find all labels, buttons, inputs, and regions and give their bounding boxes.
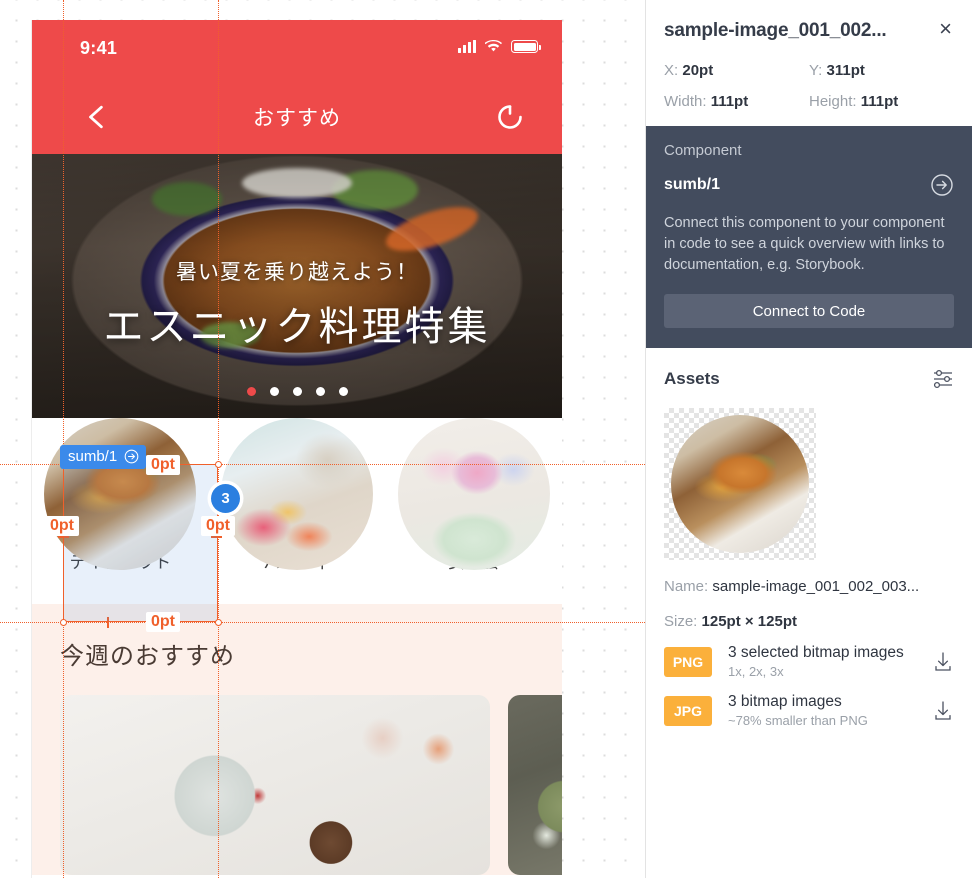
panel-title-row: sample-image_001_002... × xyxy=(664,18,954,42)
weekly-card-list xyxy=(32,671,562,875)
assets-section: Assets Name: sample-image_001_002_003... xyxy=(646,348,972,878)
export-title-jpg: 3 bitmap images xyxy=(728,693,842,711)
selection-rectangle[interactable] xyxy=(63,464,218,622)
download-icon[interactable] xyxy=(932,651,954,673)
property-width-key: Width: xyxy=(664,93,707,110)
download-icon[interactable] xyxy=(932,700,954,722)
selection-count-badge[interactable]: 3 xyxy=(211,484,240,513)
refresh-icon[interactable] xyxy=(494,101,526,133)
hero-banner[interactable]: 暑い夏を乗り越えよう！ エスニック料理特集 xyxy=(32,154,562,418)
export-text-png: 3 selected bitmap images 1x, 2x, 3x xyxy=(728,644,932,679)
asset-name-key: Name: xyxy=(664,578,709,596)
hero-overlay xyxy=(32,154,562,418)
category-item-party[interactable] xyxy=(209,418,386,570)
nav-title: おすすめ xyxy=(253,107,341,130)
property-height-key: Height: xyxy=(809,93,857,110)
property-width: Width: 111pt xyxy=(664,93,809,110)
component-name: sumb/1 xyxy=(664,176,721,193)
app-root: 9:41 おすすめ 暑い夏を乗り越えよう！ エスニック料理特集 今週のおすすめ … xyxy=(0,0,972,878)
arrow-right-circle-icon[interactable] xyxy=(124,449,139,464)
selection-handle-bl[interactable] xyxy=(60,619,67,626)
status-time: 9:41 xyxy=(80,38,118,58)
asset-size-row: Size: 125pt × 125pt xyxy=(664,613,954,630)
status-icons xyxy=(458,40,541,53)
connect-to-code-button[interactable]: Connect to Code xyxy=(664,294,954,329)
property-width-value: 111pt xyxy=(710,93,749,110)
assets-header: Assets xyxy=(664,368,954,390)
property-y-value: 311pt xyxy=(826,62,865,79)
asset-name-value: sample-image_001_002_003... xyxy=(712,578,920,596)
asset-size-key: Size: xyxy=(664,613,698,631)
signal-icon xyxy=(458,40,476,53)
status-bar: 9:41 xyxy=(32,20,562,82)
selection-handle-br[interactable] xyxy=(215,619,222,626)
asset-name-row: Name: sample-image_001_002_003... xyxy=(664,578,954,595)
wifi-icon xyxy=(485,40,502,52)
property-x: X: 20pt xyxy=(664,62,809,79)
takeout-photo-transparent xyxy=(671,415,809,554)
selection-component-badge[interactable]: sumb/1 xyxy=(60,445,147,469)
component-description: Connect this component to your component… xyxy=(664,215,945,274)
hero-dot[interactable] xyxy=(292,387,302,396)
design-canvas[interactable]: 9:41 おすすめ 暑い夏を乗り越えよう！ エスニック料理特集 今週のおすすめ … xyxy=(0,0,645,878)
nav-bar: おすすめ xyxy=(32,82,562,154)
cupcakes-photo[interactable] xyxy=(397,418,550,570)
arrow-right-circle-icon[interactable] xyxy=(930,173,954,197)
geometry-properties: X: 20pt Y: 311pt Width: 111pt Height: 11… xyxy=(664,62,954,110)
property-y: Y: 311pt xyxy=(809,62,954,79)
selection-component-label: sumb/1 xyxy=(68,448,118,465)
measure-label-left: 0pt xyxy=(45,516,79,536)
asset-size-value: 125pt × 125pt xyxy=(701,613,797,631)
assets-heading: Assets xyxy=(664,369,720,389)
export-text-jpg: 3 bitmap images ~78% smaller than PNG xyxy=(728,693,932,728)
component-section: Component sumb/1 Connect this component … xyxy=(646,126,972,349)
format-chip-jpg: JPG xyxy=(664,695,712,726)
property-y-key: Y: xyxy=(809,62,823,79)
hero-dot[interactable] xyxy=(269,387,279,396)
component-name-row: sumb/1 xyxy=(664,173,954,197)
measure-label-right: 0pt xyxy=(201,516,235,536)
weekly-section: 今週のおすすめ xyxy=(32,604,562,875)
property-x-key: X: xyxy=(664,62,679,79)
property-height: Height: 111pt xyxy=(809,93,954,110)
measure-label-top: 0pt xyxy=(146,455,180,475)
hero-pagination[interactable] xyxy=(32,387,562,396)
hero-dot[interactable] xyxy=(338,387,348,396)
export-title-png: 3 selected bitmap images xyxy=(728,644,904,662)
inspector-panel: sample-image_001_002... × X: 20pt Y: 311… xyxy=(645,0,972,878)
export-row-jpg[interactable]: JPG 3 bitmap images ~78% smaller than PN… xyxy=(664,693,954,728)
weekly-card[interactable] xyxy=(60,695,490,875)
sliders-icon[interactable] xyxy=(932,368,954,390)
export-subtitle-png: 1x, 2x, 3x xyxy=(728,664,784,680)
format-chip-png: PNG xyxy=(664,646,712,677)
close-icon[interactable]: × xyxy=(937,18,954,40)
measure-label-bottom: 0pt xyxy=(146,612,180,632)
page-title: sample-image_001_002... xyxy=(664,20,887,41)
battery-icon xyxy=(511,40,541,53)
property-height-value: 111pt xyxy=(860,93,899,110)
category-item-girls[interactable] xyxy=(385,418,562,570)
weekly-card[interactable] xyxy=(508,695,562,875)
hero-subtitle: 暑い夏を乗り越えよう！ xyxy=(176,261,418,284)
hero-dot[interactable] xyxy=(246,387,256,396)
export-subtitle-jpg: ~78% smaller than PNG xyxy=(728,713,868,729)
property-x-value: 20pt xyxy=(682,62,714,79)
asset-thumbnail[interactable] xyxy=(664,408,816,561)
hero-dot[interactable] xyxy=(315,387,325,396)
hero-title: エスニック料理特集 xyxy=(103,305,491,349)
export-row-png[interactable]: PNG 3 selected bitmap images 1x, 2x, 3x xyxy=(664,644,954,679)
component-heading: Component xyxy=(664,142,742,159)
panel-header: sample-image_001_002... × X: 20pt Y: 311… xyxy=(646,0,972,126)
party-photo[interactable] xyxy=(221,418,373,570)
selection-handle-tr[interactable] xyxy=(215,461,222,468)
